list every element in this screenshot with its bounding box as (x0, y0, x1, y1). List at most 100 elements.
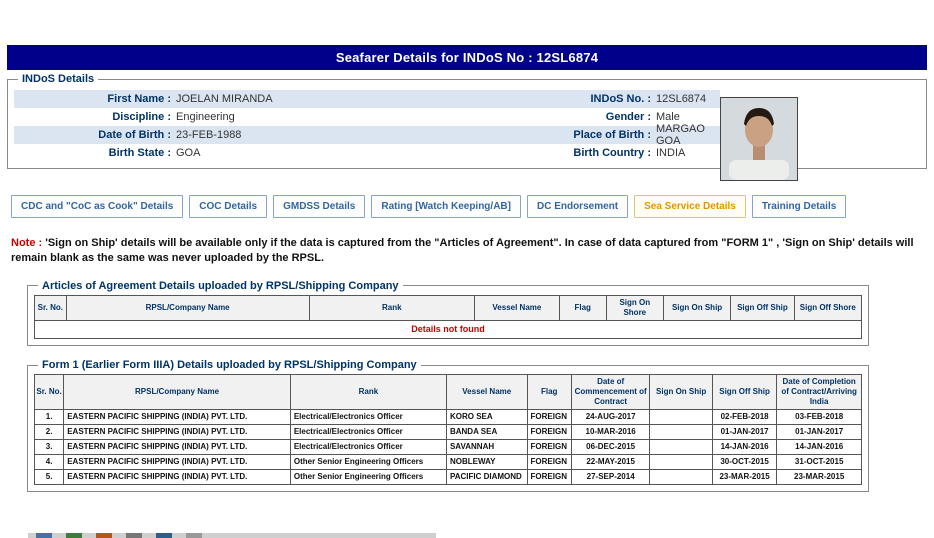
cell-vessel: SAVANNAH (446, 440, 527, 455)
indos-row: Date of Birth : 23-FEB-1988 Place of Bir… (14, 126, 720, 144)
cell-completion-date: 01-JAN-2017 (777, 425, 862, 440)
cell-sign-off-ship: 02-FEB-2018 (712, 410, 776, 425)
articles-empty-message: Details not found (35, 320, 862, 338)
form1-header-row: Sr. No. RPSL/Company Name Rank Vessel Na… (35, 375, 862, 410)
note-body: 'Sign on Ship' details will be available… (11, 237, 914, 264)
form1-section: Form 1 (Earlier Form IIIA) Details uploa… (27, 359, 869, 492)
cell-flag: FOREIGN (527, 470, 571, 485)
articles-header-row: Sr. No. RPSL/Company Name Rank Vessel Na… (35, 295, 862, 320)
tab-rating-watch-keeping-ab[interactable]: Rating [Watch Keeping/AB] (371, 195, 521, 218)
cell-commencement-date: 24-AUG-2017 (571, 410, 650, 425)
seafarer-photo (720, 97, 798, 181)
field-label: Discipline : (14, 111, 176, 123)
cell-sign-on-ship (650, 410, 712, 425)
indos-row: Discipline : Engineering Gender : Male (14, 108, 720, 126)
articles-section-legend: Articles of Agreement Details uploaded b… (38, 280, 403, 292)
field-value: 12SL6874 (656, 93, 720, 105)
field-label: Gender : (426, 111, 656, 123)
tab-training-details[interactable]: Training Details (752, 195, 846, 218)
column-header: Sign Off Ship (712, 375, 776, 410)
cell-completion-date: 23-MAR-2015 (777, 470, 862, 485)
taskbar-icon (156, 533, 172, 538)
articles-of-agreement-section: Articles of Agreement Details uploaded b… (27, 280, 869, 346)
taskbar-icon (66, 533, 82, 538)
cell-vessel: KORO SEA (446, 410, 527, 425)
cell-completion-date: 31-OCT-2015 (777, 455, 862, 470)
cell-sr-no: 2. (35, 425, 64, 440)
table-row: 1. EASTERN PACIFIC SHIPPING (INDIA) PVT.… (35, 410, 862, 425)
field-label: First Name : (14, 93, 176, 105)
field-value: 23-FEB-1988 (176, 129, 426, 141)
column-header: Rank (309, 295, 474, 320)
cell-sign-off-ship: 14-JAN-2016 (712, 440, 776, 455)
field-value: Engineering (176, 111, 426, 123)
cell-flag: FOREIGN (527, 440, 571, 455)
taskbar-icon (186, 533, 202, 538)
cell-sign-off-ship: 01-JAN-2017 (712, 425, 776, 440)
cell-sign-off-ship: 23-MAR-2015 (712, 470, 776, 485)
column-header: Flag (559, 295, 606, 320)
column-header: RPSL/Company Name (66, 295, 309, 320)
tab-cdc-and-coc-as-cook-details[interactable]: CDC and "CoC as Cook" Details (11, 195, 183, 218)
table-row: 2. EASTERN PACIFIC SHIPPING (INDIA) PVT.… (35, 425, 862, 440)
cell-company: EASTERN PACIFIC SHIPPING (INDIA) PVT. LT… (64, 455, 291, 470)
column-header: Vessel Name (446, 375, 527, 410)
table-row: 5. EASTERN PACIFIC SHIPPING (INDIA) PVT.… (35, 470, 862, 485)
cell-vessel: PACIFIC DIAMOND (446, 470, 527, 485)
column-header: Sr. No. (35, 295, 67, 320)
cell-sr-no: 3. (35, 440, 64, 455)
cell-sr-no: 5. (35, 470, 64, 485)
table-row: 3. EASTERN PACIFIC SHIPPING (INDIA) PVT.… (35, 440, 862, 455)
cell-flag: FOREIGN (527, 455, 571, 470)
cell-company: EASTERN PACIFIC SHIPPING (INDIA) PVT. LT… (64, 440, 291, 455)
articles-empty-row: Details not found (35, 320, 862, 338)
column-header: Sign On Ship (663, 295, 730, 320)
cell-sr-no: 4. (35, 455, 64, 470)
cell-flag: FOREIGN (527, 425, 571, 440)
column-header: Date of Commencement of Contract (571, 375, 650, 410)
column-header: Sign Off Ship (731, 295, 794, 320)
articles-table: Sr. No. RPSL/Company Name Rank Vessel Na… (34, 295, 862, 339)
sign-on-ship-note: Note : 'Sign on Ship' details will be av… (11, 236, 923, 267)
cell-commencement-date: 06-DEC-2015 (571, 440, 650, 455)
indos-row: First Name : JOELAN MIRANDA INDoS No. : … (14, 90, 720, 108)
cell-rank: Electrical/Electronics Officer (290, 425, 446, 440)
page-title: Seafarer Details for INDoS No : 12SL6874 (7, 45, 927, 70)
cell-completion-date: 03-FEB-2018 (777, 410, 862, 425)
taskbar-icon (36, 533, 52, 538)
field-value: JOELAN MIRANDA (176, 93, 426, 105)
tab-coc-details[interactable]: COC Details (189, 195, 267, 218)
field-label: Place of Birth : (426, 129, 656, 141)
tab-dc-endorsement[interactable]: DC Endorsement (527, 195, 628, 218)
cell-sign-on-ship (650, 455, 712, 470)
table-row: 4. EASTERN PACIFIC SHIPPING (INDIA) PVT.… (35, 455, 862, 470)
cell-rank: Other Senior Engineering Officers (290, 470, 446, 485)
note-prefix: Note : (11, 237, 42, 249)
form1-section-legend: Form 1 (Earlier Form IIIA) Details uploa… (38, 359, 421, 371)
cell-rank: Electrical/Electronics Officer (290, 440, 446, 455)
taskbar-icon (126, 533, 142, 538)
cell-company: EASTERN PACIFIC SHIPPING (INDIA) PVT. LT… (64, 410, 291, 425)
field-label: Birth State : (14, 147, 176, 159)
column-header: Sr. No. (35, 375, 64, 410)
tab-sea-service-details[interactable]: Sea Service Details (634, 195, 746, 218)
cell-rank: Electrical/Electronics Officer (290, 410, 446, 425)
cell-commencement-date: 22-MAY-2015 (571, 455, 650, 470)
tab-bar: CDC and "CoC as Cook" Details COC Detail… (11, 195, 927, 218)
column-header: Vessel Name (475, 295, 560, 320)
tab-gmdss-details[interactable]: GMDSS Details (273, 195, 365, 218)
cell-sign-off-ship: 30-OCT-2015 (712, 455, 776, 470)
column-header: RPSL/Company Name (64, 375, 291, 410)
field-value: INDIA (656, 147, 720, 159)
cell-flag: FOREIGN (527, 410, 571, 425)
cell-rank: Other Senior Engineering Officers (290, 455, 446, 470)
taskbar-sliver (28, 533, 436, 538)
field-value: MARGAO GOA (656, 123, 720, 147)
cell-commencement-date: 27-SEP-2014 (571, 470, 650, 485)
cell-sr-no: 1. (35, 410, 64, 425)
column-header: Sign On Ship (650, 375, 712, 410)
taskbar-icon (96, 533, 112, 538)
form1-table: Sr. No. RPSL/Company Name Rank Vessel Na… (34, 374, 862, 485)
field-label: INDoS No. : (426, 93, 656, 105)
cell-sign-on-ship (650, 425, 712, 440)
